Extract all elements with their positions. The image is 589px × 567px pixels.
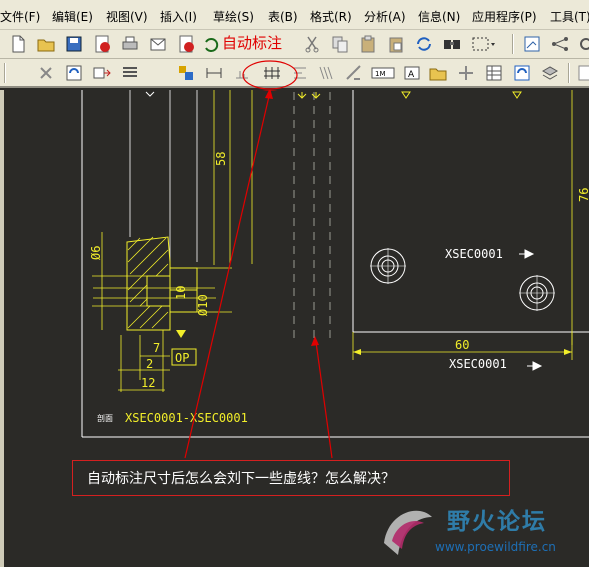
toolbar-top [0,30,589,59]
dim-58-text: 58 [214,152,228,166]
section-label: XSEC0001-XSEC0001 [125,411,248,425]
question-box: 自动标注尺寸后怎么会刘下一些虚线？怎么解决？ [72,460,510,496]
menu-sketch[interactable]: 草绘(S) [213,8,254,25]
paste-special-icon[interactable] [386,34,406,54]
find-icon[interactable] [442,34,462,54]
toolbar-separator [512,34,514,54]
email-icon[interactable] [148,34,168,54]
select-box-icon[interactable] [470,34,496,54]
dim-60-text: 60 [455,338,469,352]
menu-bar: 文件(F) 编辑(E) 视图(V) 插入(I) 草绘(S) 表(B) 格式(R)… [0,0,589,30]
dim-phi6-text: Ø6 [89,246,103,260]
menu-view[interactable]: 视图(V) [106,8,148,25]
surface-finish-icon[interactable]: 1M [370,63,396,83]
paste-icon[interactable] [358,34,378,54]
xsec-label-bottom: XSEC0001 [449,357,507,371]
toolbar-separator [4,63,6,83]
pdf-print-icon[interactable] [176,34,196,54]
table-icon[interactable] [484,63,504,83]
cleanup-dimensions-icon[interactable] [316,63,336,83]
question-text: 自动标注尺寸后怎么会刘下一些虚线？怎么解决？ [87,471,395,487]
refresh-drawing-icon[interactable] [64,63,84,83]
geometric-tolerance-icon[interactable] [344,63,364,83]
xsec-label-top: XSEC0001 [445,247,503,261]
watermark-url: www.proewildfire.cn [435,540,556,554]
watermark-title: 野火论坛 [447,509,547,535]
menu-applications[interactable]: 应用程序(P) [472,8,537,25]
insert-model-icon[interactable] [92,63,112,83]
dim-12-text: 12 [141,376,155,390]
show-annotations-icon[interactable] [176,63,196,83]
menu-file[interactable]: 文件(F) [0,8,40,25]
delete-x-icon[interactable] [36,63,56,83]
sheet-setup-icon[interactable] [522,34,542,54]
highlight-ellipse [242,60,298,90]
menu-analysis[interactable]: 分析(A) [364,8,406,25]
datum-op-text: OP [175,351,189,365]
dim-7-text: 7 [153,341,160,355]
new-file-icon[interactable] [8,34,28,54]
auto-dimension-label: 自动标注 [222,34,283,52]
dim-10-text: 10 [174,286,188,300]
dim-76-text: 76 [577,188,589,202]
menu-insert[interactable]: 插入(I) [160,8,197,25]
layer-icon[interactable] [540,63,560,83]
view-list-icon[interactable] [120,63,140,83]
pdf-export-icon[interactable] [92,34,112,54]
print-icon[interactable] [120,34,140,54]
repeat-region-icon[interactable] [512,63,532,83]
cut-icon[interactable] [302,34,322,54]
svg-text:A: A [408,70,415,80]
folder-note-icon[interactable] [428,63,448,83]
note-icon[interactable]: A [402,63,422,83]
dim-phi10-text: Ø10 [196,294,210,316]
dimension-icon[interactable] [204,63,224,83]
undo-icon[interactable] [200,34,220,54]
save-icon[interactable] [64,34,84,54]
dim-2-text: 2 [146,357,153,371]
menu-edit[interactable]: 编辑(E) [52,8,93,25]
menu-tools[interactable]: 工具(T) [550,8,589,25]
svg-text:1M: 1M [375,70,386,78]
settings-icon[interactable] [576,34,589,54]
toolbar-separator [568,63,570,83]
menu-info[interactable]: 信息(N) [418,8,460,25]
menu-format[interactable]: 格式(R) [310,8,352,25]
open-folder-icon[interactable] [36,34,56,54]
move-icon[interactable] [456,63,476,83]
nodes-icon[interactable] [550,34,570,54]
regenerate-icon[interactable] [414,34,434,54]
copy-icon[interactable] [330,34,350,54]
forum-logo-icon [384,510,432,555]
more-tools-icon[interactable] [576,63,589,83]
section-label-prefix: 剖面 [97,413,113,423]
menu-table[interactable]: 表(B) [268,8,298,25]
